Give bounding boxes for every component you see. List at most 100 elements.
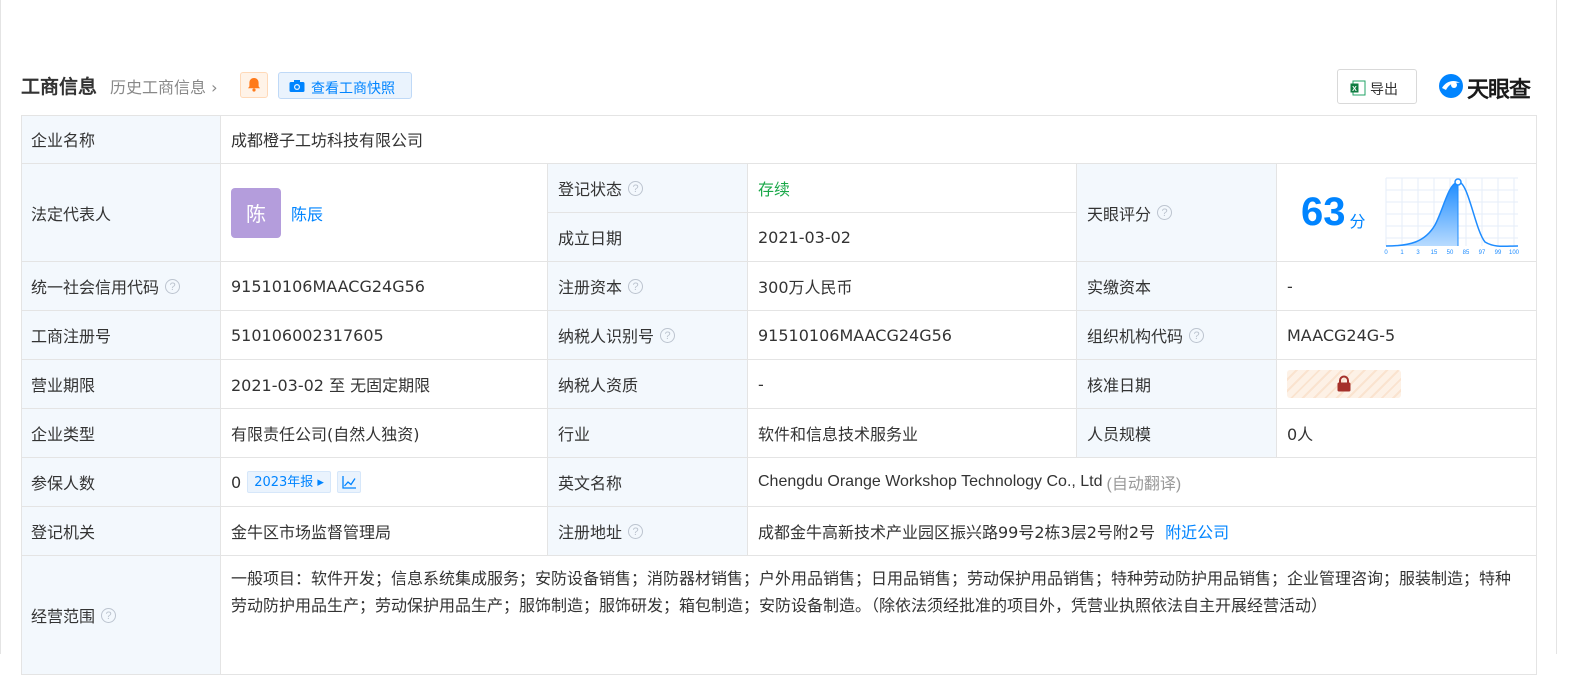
camera-icon xyxy=(289,80,305,92)
annual-report-label: 2023年报 xyxy=(254,475,314,490)
biz-reg-no-value: 510106002317605 xyxy=(221,311,548,360)
reg-address-label: 注册地址 xyxy=(558,523,623,542)
org-code-label-cell: 组织机构代码? xyxy=(1077,311,1277,360)
taxpayer-id-value: 91510106MAACG24G56 xyxy=(748,311,1077,360)
monitor-bell-button[interactable] xyxy=(240,72,268,98)
score-label-cell: 天眼评分? xyxy=(1077,164,1277,262)
taxpayer-id-label: 纳税人识别号 xyxy=(558,327,655,346)
approval-date-label: 核准日期 xyxy=(1077,360,1277,409)
score-distribution-chart: 0 1 3 15 50 85 97 99 100 xyxy=(1384,177,1520,256)
reg-status-value: 存续 xyxy=(748,164,1077,213)
help-icon[interactable]: ? xyxy=(101,607,117,623)
company-name-label: 企业名称 xyxy=(21,115,221,164)
help-icon[interactable]: ? xyxy=(628,180,644,196)
chart-tick: 97 xyxy=(1478,250,1485,256)
chart-tick: 100 xyxy=(1509,250,1520,256)
reg-capital-value: 300万人民币 xyxy=(748,262,1077,311)
biz-term-label: 营业期限 xyxy=(21,360,221,409)
reg-capital-label-cell: 注册资本? xyxy=(548,262,748,311)
help-icon[interactable]: ? xyxy=(628,278,644,294)
history-link[interactable]: 历史工商信息 › xyxy=(110,74,218,98)
org-code-value: MAACG24G-5 xyxy=(1277,311,1537,360)
english-name-cell: Chengdu Orange Workshop Technology Co., … xyxy=(748,458,1537,507)
help-icon[interactable]: ? xyxy=(1157,205,1173,220)
taxpayer-id-label-cell: 纳税人识别号? xyxy=(548,311,748,360)
reg-status-label-cell: 登记状态? xyxy=(548,164,748,213)
reg-capital-label: 注册资本 xyxy=(558,278,623,297)
company-name-value: 成都橙子工坊科技有限公司 xyxy=(221,115,1537,164)
insured-cell: 0 2023年报 ▸ xyxy=(221,458,548,507)
credit-code-value: 91510106MAACG24G56 xyxy=(221,262,548,311)
export-label: 导出 xyxy=(1370,82,1398,98)
chart-tick: 1 xyxy=(1400,250,1404,256)
auto-translate-note: (自动翻译) xyxy=(1106,476,1182,493)
biz-scope-label-cell: 经营范围? xyxy=(21,556,221,675)
trend-chart-button[interactable] xyxy=(336,471,361,493)
bell-icon xyxy=(248,78,260,92)
staff-size-value: 0人 xyxy=(1277,409,1537,458)
logo-icon xyxy=(1439,74,1463,98)
credit-code-label-cell: 统一社会信用代码? xyxy=(21,262,221,311)
industry-value: 软件和信息技术服务业 xyxy=(748,409,1077,458)
insured-label: 参保人数 xyxy=(21,458,221,507)
score-label: 天眼评分 xyxy=(1087,204,1152,224)
paid-capital-label: 实缴资本 xyxy=(1077,262,1277,311)
line-chart-icon xyxy=(342,476,356,489)
insured-value: 0 xyxy=(231,472,242,492)
tax-qual-label: 纳税人资质 xyxy=(548,360,748,409)
business-info-table: 企业名称 成都橙子工坊科技有限公司 法定代表人 陈 陈辰 登记状态? 存续 成立… xyxy=(21,115,1537,675)
scrollbar-track[interactable] xyxy=(1556,0,1557,654)
biz-scope-value: 一般项目：软件开发；信息系统集成服务；安防设备销售；消防器材销售；户外用品销售；… xyxy=(221,556,1537,675)
reg-authority-value: 金牛区市场监督管理局 xyxy=(221,507,548,556)
reg-address-cell: 成都金牛高新技术产业园区振兴路99号2栋3层2号附2号 附近公司 xyxy=(748,507,1537,556)
staff-size-label: 人员规模 xyxy=(1077,409,1277,458)
help-icon[interactable]: ? xyxy=(660,327,676,343)
english-name-label: 英文名称 xyxy=(548,458,748,507)
logo-text: 天眼查 xyxy=(1467,78,1531,103)
avatar[interactable]: 陈 xyxy=(231,187,281,238)
found-date-value: 2021-03-02 xyxy=(748,213,1077,262)
chart-tick: 3 xyxy=(1416,250,1420,256)
section-title: 工商信息 xyxy=(21,76,98,98)
score-unit: 分 xyxy=(1349,211,1366,231)
chart-tick: 99 xyxy=(1494,250,1501,256)
english-name-value: Chengdu Orange Workshop Technology Co., … xyxy=(758,473,1103,490)
legal-rep-name-link[interactable]: 陈辰 xyxy=(291,201,323,225)
locked-value[interactable] xyxy=(1287,370,1401,398)
biz-scope-label: 经营范围 xyxy=(31,607,96,626)
reg-status-label: 登记状态 xyxy=(558,180,623,199)
chart-tick: 15 xyxy=(1430,250,1437,256)
legal-rep-cell: 陈 陈辰 xyxy=(221,164,548,262)
section-header: 工商信息 历史工商信息 › 查看工商快照 X 导出 天眼查 xyxy=(21,68,1537,104)
help-icon[interactable]: ? xyxy=(628,523,644,539)
nearby-companies-link[interactable]: 附近公司 xyxy=(1165,519,1229,543)
approval-date-cell xyxy=(1277,360,1537,409)
excel-icon: X xyxy=(1350,80,1366,96)
reg-address-value: 成都金牛高新技术产业园区振兴路99号2栋3层2号附2号 xyxy=(758,523,1156,542)
reg-authority-label: 登记机关 xyxy=(21,507,221,556)
biz-reg-no-label: 工商注册号 xyxy=(21,311,221,360)
legal-rep-label: 法定代表人 xyxy=(21,164,221,262)
score-value: 63 xyxy=(1301,190,1346,234)
industry-label: 行业 xyxy=(548,409,748,458)
annual-report-badge[interactable]: 2023年报 ▸ xyxy=(247,471,331,493)
found-date-label: 成立日期 xyxy=(548,213,748,262)
reg-address-label-cell: 注册地址? xyxy=(548,507,748,556)
company-type-label: 企业类型 xyxy=(21,409,221,458)
help-icon[interactable]: ? xyxy=(1189,327,1205,343)
biz-term-value: 2021-03-02 至 无固定期限 xyxy=(221,360,548,409)
score-cell[interactable]: 63 分 0 1 3 15 50 85 97 99 100 xyxy=(1277,164,1537,262)
chart-tick: 85 xyxy=(1462,250,1469,256)
chart-tick: 0 xyxy=(1384,250,1388,256)
credit-code-label: 统一社会信用代码 xyxy=(31,278,160,297)
chart-tick: 50 xyxy=(1446,250,1453,256)
svg-text:X: X xyxy=(1352,86,1357,93)
snapshot-button[interactable]: 查看工商快照 xyxy=(278,72,412,99)
org-code-label: 组织机构代码 xyxy=(1087,327,1184,346)
page-left-border xyxy=(0,0,1,654)
export-button[interactable]: X 导出 xyxy=(1337,69,1417,104)
help-icon[interactable]: ? xyxy=(165,278,181,294)
history-link-label[interactable]: 历史工商信息 xyxy=(110,78,206,97)
lock-icon xyxy=(1337,375,1351,392)
paid-capital-value: - xyxy=(1277,262,1537,311)
